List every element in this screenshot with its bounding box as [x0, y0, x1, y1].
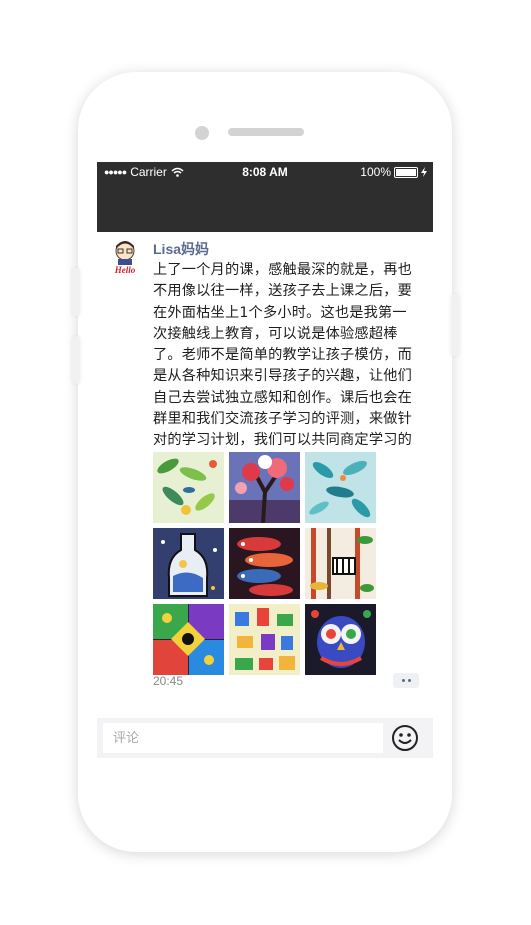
status-right: 100%	[360, 165, 427, 179]
phone-side-button-left-1	[72, 268, 80, 316]
emoji-icon[interactable]	[391, 724, 419, 752]
phone-side-button-right	[451, 294, 459, 356]
nav-bar	[97, 182, 433, 232]
more-icon[interactable]	[393, 673, 419, 688]
charging-icon	[421, 167, 427, 177]
post-username[interactable]: Lisa妈妈	[153, 239, 209, 259]
status-bar: ●●●●● Carrier 8:08 AM 100%	[97, 162, 433, 182]
avatar[interactable]: Hello	[109, 240, 141, 276]
phone-side-button-left-2	[72, 336, 80, 384]
post-image-teal-leaves[interactable]	[305, 452, 376, 523]
post-content: 上了一个月的课，感触最深的就是，再也不用像以往一样，送孩子去上课之后，要在外面枯…	[153, 262, 412, 470]
avatar-logo-text: Hello	[114, 265, 136, 275]
earpiece-speaker	[228, 128, 304, 136]
post-image-owl[interactable]	[305, 604, 376, 675]
post-image-city-map[interactable]	[229, 604, 300, 675]
post-time: 20:45	[153, 674, 184, 688]
post-image-bottle-night[interactable]	[153, 528, 224, 599]
post-image-flower-tree[interactable]	[229, 452, 300, 523]
front-camera	[195, 126, 209, 140]
phone-screen: ●●●●● Carrier 8:08 AM 100% Hello Lisa妈妈 …	[97, 162, 433, 762]
battery-icon	[394, 166, 418, 178]
battery-percent: 100%	[360, 165, 391, 179]
post-image-red-fish[interactable]	[229, 528, 300, 599]
comment-input[interactable]	[103, 723, 383, 753]
post-image-green-leaves[interactable]	[153, 452, 224, 523]
post-image-grid	[153, 452, 376, 675]
comment-bar	[97, 718, 433, 758]
post-image-zebra-jungle[interactable]	[305, 528, 376, 599]
post-image-colorful-shapes[interactable]	[153, 604, 224, 675]
